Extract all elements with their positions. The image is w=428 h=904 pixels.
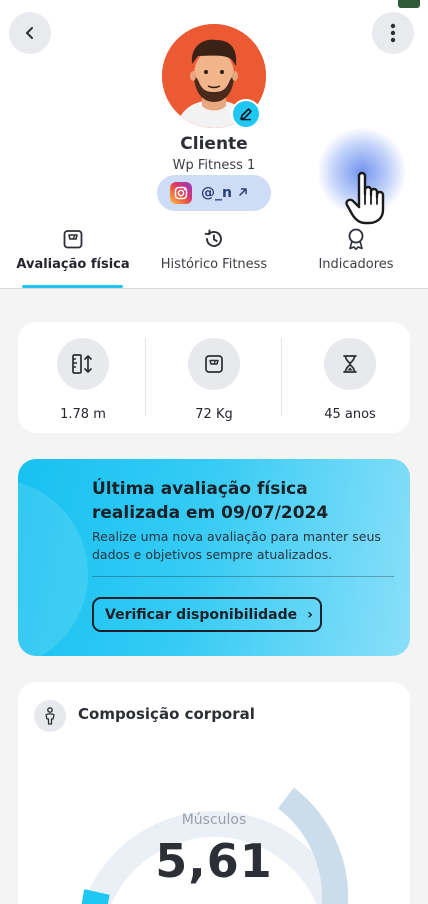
evaluation-description: Realize uma nova avaliação para manter s… [92, 529, 381, 562]
instagram-icon [170, 182, 192, 204]
more-options-button[interactable] [372, 12, 414, 54]
gauge-segment-left [81, 889, 110, 904]
chevron-left-icon [26, 27, 33, 39]
body-metrics-card: 1.78 m 72 Kg 45 anos [18, 322, 410, 433]
body-composition-card: Composição corporal Músculos 5,61 [18, 682, 410, 904]
instagram-link[interactable]: @_n [157, 175, 271, 211]
tab-avaliacao-fisica[interactable]: Avaliação física [2, 226, 144, 288]
metric-weight: 72 Kg [149, 338, 279, 422]
button-label: Verificar disponibilidade [105, 606, 298, 623]
edit-avatar-button[interactable] [231, 99, 261, 129]
metric-value: 1.78 m [60, 407, 106, 422]
avatar-container [162, 24, 266, 129]
divider [92, 576, 394, 577]
scale-icon [63, 230, 83, 249]
gauge-value: 5,61 [155, 834, 273, 888]
chevron-right-icon: › [307, 606, 313, 623]
tab-historico-fitness[interactable]: Histórico Fitness [143, 226, 285, 288]
tab-label: Avaliação física [16, 257, 130, 272]
divider [145, 338, 146, 416]
tab-label: Indicadores [318, 257, 394, 272]
history-icon [204, 229, 222, 247]
external-link-icon [238, 186, 248, 201]
metric-value: 72 Kg [195, 407, 233, 422]
check-availability-button[interactable]: Verificar disponibilidade › [92, 597, 322, 632]
tab-label: Histórico Fitness [160, 257, 268, 272]
metric-value: 45 anos [324, 407, 376, 422]
evaluation-title: Última avaliação física realizada em 09/… [92, 479, 329, 523]
metric-height: 1.78 m [18, 338, 148, 422]
status-indicator [398, 0, 420, 8]
active-tab-indicator [22, 285, 123, 288]
instagram-handle: @_n [201, 185, 232, 201]
height-icon [72, 354, 92, 374]
hourglass-icon [343, 355, 357, 373]
metric-age: 45 anos [285, 338, 415, 422]
tab-indicadores[interactable]: Indicadores [285, 226, 427, 288]
gauge-label: Músculos [181, 812, 247, 828]
decorative-circle [18, 479, 88, 656]
last-evaluation-card: Última avaliação física realizada em 09/… [18, 459, 410, 656]
award-icon [348, 228, 364, 250]
more-vertical-icon [390, 23, 396, 43]
profile-header: Cliente Wp Fitness 1 @_n Avaliação físic… [0, 0, 428, 289]
back-button[interactable] [9, 12, 51, 54]
weight-scale-icon [205, 355, 223, 373]
divider [281, 338, 282, 416]
pencil-icon [240, 108, 252, 121]
pointer-hand-icon [345, 171, 385, 225]
